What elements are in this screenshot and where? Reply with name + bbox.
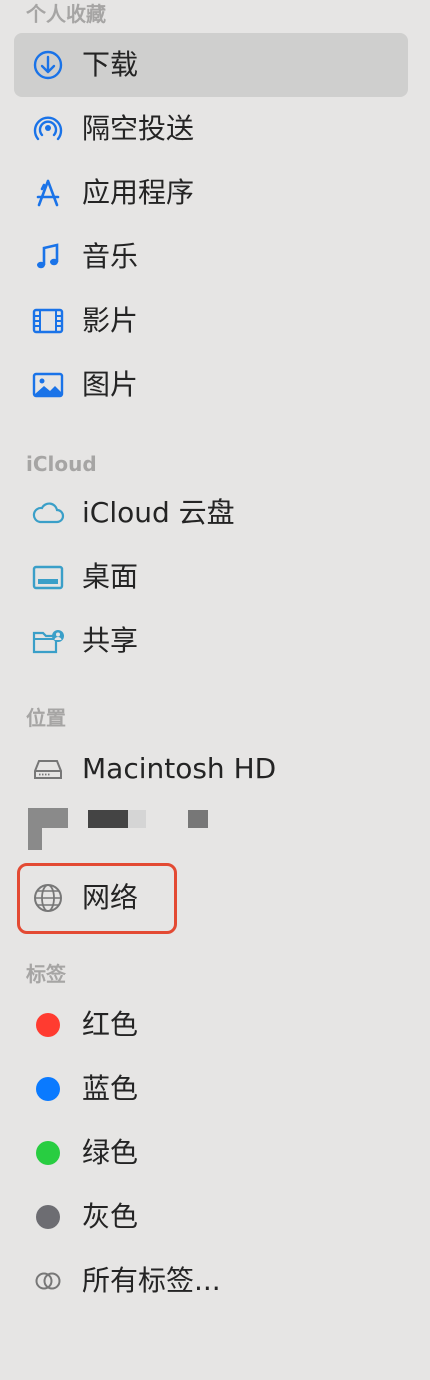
sidebar-item-label: Macintosh HD — [82, 752, 277, 785]
download-icon — [30, 47, 66, 83]
sidebar-item-applications[interactable]: 应用程序 — [14, 161, 408, 225]
finder-sidebar: 个人收藏 下载 隔空投送 应用程序 音乐 影片 图片 iCloud iCloud… — [0, 0, 430, 1380]
shared-folder-icon — [30, 623, 66, 659]
sidebar-item-downloads[interactable]: 下载 — [14, 33, 408, 97]
globe-icon — [30, 880, 66, 916]
movies-icon — [30, 303, 66, 339]
redacted-location-item — [14, 808, 408, 850]
section-header-locations: 位置 — [26, 706, 66, 730]
section-header-tags: 标签 — [26, 962, 66, 986]
sidebar-item-tag-green[interactable]: 绿色 — [14, 1121, 408, 1185]
sidebar-item-label: 应用程序 — [82, 176, 195, 209]
sidebar-item-label: iCloud 云盘 — [82, 496, 235, 529]
desktop-icon — [30, 559, 66, 595]
sidebar-item-all-tags[interactable]: 所有标签... — [14, 1249, 408, 1313]
hard-drive-icon — [30, 751, 66, 787]
sidebar-item-desktop[interactable]: 桌面 — [14, 545, 408, 609]
sidebar-item-network[interactable]: 网络 — [14, 866, 408, 930]
sidebar-item-label: 隔空投送 — [82, 112, 195, 145]
pictures-icon — [30, 367, 66, 403]
sidebar-item-pictures[interactable]: 图片 — [14, 353, 408, 417]
sidebar-item-label: 绿色 — [82, 1136, 139, 1169]
sidebar-item-music[interactable]: 音乐 — [14, 225, 408, 289]
sidebar-item-label: 影片 — [82, 304, 139, 337]
sidebar-item-label: 下载 — [82, 48, 139, 81]
sidebar-item-label: 所有标签... — [82, 1264, 221, 1297]
sidebar-item-label: 蓝色 — [82, 1072, 139, 1105]
sidebar-item-macintosh-hd[interactable]: Macintosh HD — [14, 737, 408, 801]
green-tag-dot-icon — [30, 1135, 66, 1171]
sidebar-item-movies[interactable]: 影片 — [14, 289, 408, 353]
section-header-favorites: 个人收藏 — [26, 2, 106, 26]
sidebar-item-shared[interactable]: 共享 — [14, 609, 408, 673]
gray-tag-dot-icon — [30, 1199, 66, 1235]
sidebar-item-tag-blue[interactable]: 蓝色 — [14, 1057, 408, 1121]
airdrop-icon — [30, 111, 66, 147]
all-tags-icon — [30, 1263, 66, 1299]
sidebar-item-label: 共享 — [82, 624, 139, 657]
sidebar-item-tag-gray[interactable]: 灰色 — [14, 1185, 408, 1249]
sidebar-item-label: 图片 — [82, 368, 139, 401]
red-tag-dot-icon — [30, 1007, 66, 1043]
sidebar-item-icloud-drive[interactable]: iCloud 云盘 — [14, 481, 408, 545]
music-icon — [30, 239, 66, 275]
cloud-icon — [30, 495, 66, 531]
sidebar-item-label: 网络 — [82, 881, 139, 914]
sidebar-item-label: 音乐 — [82, 240, 139, 273]
sidebar-item-label: 灰色 — [82, 1200, 139, 1233]
sidebar-item-label: 桌面 — [82, 560, 139, 593]
applications-icon — [30, 175, 66, 211]
section-header-icloud: iCloud — [26, 452, 97, 476]
sidebar-item-label: 红色 — [82, 1008, 139, 1041]
sidebar-item-airdrop[interactable]: 隔空投送 — [14, 97, 408, 161]
sidebar-item-tag-red[interactable]: 红色 — [14, 993, 408, 1057]
blue-tag-dot-icon — [30, 1071, 66, 1107]
